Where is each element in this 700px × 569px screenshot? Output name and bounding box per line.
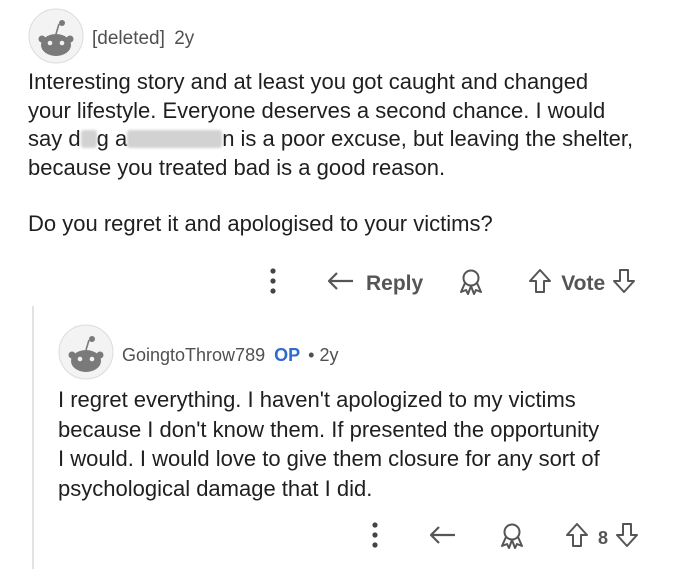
snoo-avatar-icon [28,8,84,64]
award-icon[interactable] [498,521,526,555]
reply-actions: 8 [364,522,640,554]
op-badge: OP [274,345,301,365]
reply-meta: GoingtoThrow789 OP • 2y [122,345,338,366]
thread-line[interactable] [32,306,34,569]
snoo-avatar-icon [58,324,114,380]
vote-control: Vote [527,267,637,301]
reply-line: I would. I would love to give them closu… [58,446,600,471]
more-icon[interactable] [364,522,386,554]
avatar[interactable] [58,324,114,380]
censor-blur [127,130,223,148]
comment-body: Interesting story and at least you got c… [28,68,633,239]
comment-line: Interesting story and at least you got c… [28,69,589,94]
upvote-icon[interactable] [564,521,590,555]
comment-line: your lifestyle. Everyone deserves a seco… [28,97,606,123]
reply-line: psychological damage that I did. [58,475,373,501]
reply-line: I regret everything. I haven't apologize… [58,387,576,412]
comment-username[interactable]: [deleted] [92,28,165,49]
downvote-icon[interactable] [614,521,640,555]
vote-label: Vote [561,272,606,295]
vote-control: 8 [564,521,640,555]
comment-meta: [deleted] 2y [92,28,194,50]
reply-button[interactable]: Reply [326,270,423,298]
reply-age: 2y [319,345,339,365]
comment-question: Do you regret it and apologised to your … [28,211,493,236]
reply-arrow-icon [326,270,356,298]
more-icon[interactable] [262,268,284,300]
meta-separator: • [308,345,315,365]
avatar[interactable] [28,8,84,64]
reply-label: Reply [366,272,424,295]
comment-age: 2y [174,28,195,49]
censor-blur [80,130,97,148]
comment-line: because you treated bad is a good reason… [28,154,446,180]
reply-line: because I don't know them. If presented … [58,416,600,442]
award-icon[interactable] [457,267,485,301]
vote-count: 8 [598,527,609,548]
reply-body: I regret everything. I haven't apologize… [58,385,600,503]
downvote-icon[interactable] [611,267,637,301]
reply-arrow-icon[interactable] [428,524,458,552]
reply-username[interactable]: GoingtoThrow789 [122,345,265,365]
upvote-icon[interactable] [527,267,553,301]
comment-line-censored: say dg an is a poor excuse, but leaving … [28,126,634,151]
comment-actions: Reply Vote [262,268,637,300]
